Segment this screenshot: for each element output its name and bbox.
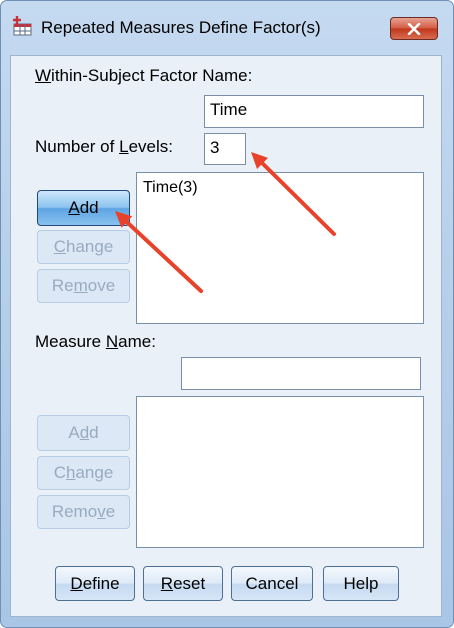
arrow-to-add [115,211,203,293]
annotation-arrows [115,152,336,293]
annotation-overlay [115,152,336,293]
arrow-to-levels [251,152,336,236]
dialog-window: Repeated Measures Define Factor(s) Withi… [0,0,454,628]
